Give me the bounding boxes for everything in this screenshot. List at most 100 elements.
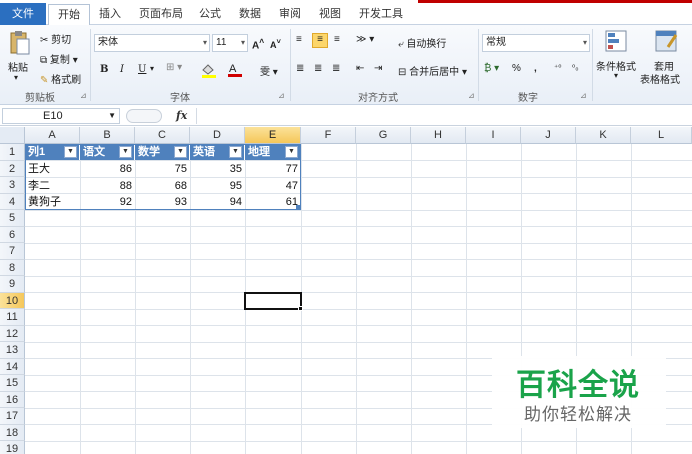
tab-view[interactable]: 视图 bbox=[316, 4, 344, 25]
formula-input[interactable] bbox=[196, 108, 690, 124]
insert-function-button[interactable]: fx bbox=[176, 109, 187, 122]
row-header[interactable]: 10 bbox=[0, 292, 25, 309]
conditional-format-icon[interactable] bbox=[604, 29, 628, 56]
clipboard-launcher-icon[interactable]: ⊿ bbox=[80, 91, 87, 100]
select-all-corner[interactable] bbox=[0, 127, 25, 144]
orientation-icon[interactable]: ≫ ▾ bbox=[356, 34, 374, 45]
tab-data[interactable]: 数据 bbox=[236, 4, 264, 25]
row-header[interactable]: 13 bbox=[0, 342, 25, 359]
row-header[interactable]: 16 bbox=[0, 391, 25, 408]
increase-indent-icon[interactable]: ⇥ bbox=[374, 63, 382, 74]
cut-label: 剪切 bbox=[51, 35, 72, 46]
font-size-value: 11 bbox=[216, 37, 227, 48]
active-cell-e10[interactable] bbox=[244, 291, 302, 310]
alignment-launcher-icon[interactable]: ⊿ bbox=[468, 91, 475, 100]
grow-font-button[interactable]: A˄ bbox=[252, 36, 264, 51]
shrink-font-button[interactable]: A˅ bbox=[270, 37, 281, 50]
font-name-select[interactable]: 宋体 ▾ bbox=[94, 34, 210, 52]
column-header-f[interactable]: F bbox=[301, 127, 356, 144]
chevron-down-icon[interactable]: ▾ bbox=[614, 71, 618, 80]
row-header[interactable]: 15 bbox=[0, 375, 25, 392]
decrease-indent-icon[interactable]: ⇤ bbox=[356, 63, 364, 74]
chevron-down-icon: ▾ bbox=[240, 38, 245, 47]
gridline bbox=[25, 440, 692, 442]
format-painter-button[interactable]: ✎ 格式刷 bbox=[40, 71, 81, 86]
align-top-icon[interactable]: ≡ bbox=[296, 34, 302, 45]
font-launcher-icon[interactable]: ⊿ bbox=[278, 91, 285, 100]
row-header[interactable]: 1 bbox=[0, 144, 25, 161]
column-header-h[interactable]: H bbox=[411, 127, 466, 144]
row-header[interactable]: 3 bbox=[0, 177, 25, 194]
column-header-a[interactable]: A bbox=[25, 127, 80, 144]
borders-icon[interactable]: ⊞ ▾ bbox=[166, 62, 182, 73]
paste-dropdown-icon[interactable]: ▾ bbox=[14, 73, 18, 82]
column-header-b[interactable]: B bbox=[80, 127, 135, 144]
increase-decimal-icon[interactable]: ⁺⁰ bbox=[554, 63, 561, 72]
chevron-down-icon[interactable]: ▾ bbox=[150, 64, 154, 73]
tab-formulas[interactable]: 公式 bbox=[196, 4, 224, 25]
chevron-down-icon: ▼ bbox=[108, 111, 116, 120]
tab-file[interactable]: 文件 bbox=[0, 3, 46, 25]
tab-home[interactable]: 开始 bbox=[48, 4, 90, 26]
row-header[interactable]: 17 bbox=[0, 408, 25, 425]
row-header[interactable]: 18 bbox=[0, 424, 25, 441]
currency-icon[interactable]: ₿ ▾ bbox=[484, 63, 499, 74]
fill-handle[interactable] bbox=[298, 306, 303, 311]
percent-button[interactable]: % bbox=[512, 63, 521, 74]
column-header-j[interactable]: J bbox=[521, 127, 576, 144]
row-header[interactable]: 11 bbox=[0, 309, 25, 326]
row-header[interactable]: 4 bbox=[0, 193, 25, 210]
italic-button[interactable]: I bbox=[120, 64, 124, 75]
merge-center-button[interactable]: ⊟ 合并后居中 ▾ bbox=[398, 63, 467, 78]
row-header[interactable]: 7 bbox=[0, 243, 25, 260]
comma-button[interactable]: , bbox=[534, 63, 537, 74]
column-header-k[interactable]: K bbox=[576, 127, 631, 144]
table-format-label[interactable]: 表格格式 bbox=[640, 71, 680, 86]
number-format-select[interactable]: 常规 ▾ bbox=[482, 34, 590, 52]
tab-page-layout[interactable]: 页面布局 bbox=[136, 4, 186, 25]
wrap-text-button[interactable]: ⤶ 自动换行 bbox=[398, 35, 446, 50]
decrease-decimal-icon[interactable]: ⁰₀ bbox=[572, 63, 579, 72]
row-header[interactable]: 8 bbox=[0, 259, 25, 276]
gridline bbox=[25, 226, 692, 227]
fill-color-icon[interactable] bbox=[200, 62, 220, 81]
font-color-icon[interactable]: A bbox=[226, 61, 246, 81]
row-header[interactable]: 19 bbox=[0, 441, 25, 454]
row-header[interactable]: 5 bbox=[0, 210, 25, 227]
row-header[interactable]: 9 bbox=[0, 276, 25, 293]
column-header-e[interactable]: E bbox=[245, 127, 301, 144]
align-right-icon[interactable]: ≣ bbox=[332, 63, 340, 74]
bold-button[interactable]: B bbox=[100, 64, 108, 75]
cut-button[interactable]: ✂ 剪切 bbox=[40, 31, 71, 46]
table-format-icon[interactable] bbox=[654, 29, 678, 56]
row-header[interactable]: 6 bbox=[0, 226, 25, 243]
column-header-l[interactable]: L bbox=[631, 127, 692, 144]
column-header-c[interactable]: C bbox=[135, 127, 190, 144]
align-bottom-icon[interactable]: ≡ bbox=[334, 34, 340, 45]
underline-button[interactable]: U bbox=[138, 64, 146, 75]
copy-button[interactable]: ⧉ 复制 ▾ bbox=[40, 51, 78, 66]
column-header-i[interactable]: I bbox=[466, 127, 521, 144]
gridline bbox=[25, 242, 692, 244]
align-middle-icon[interactable]: ≡ bbox=[312, 33, 328, 48]
column-header-g[interactable]: G bbox=[356, 127, 411, 144]
row-header[interactable]: 14 bbox=[0, 358, 25, 375]
paste-button[interactable]: 粘贴 bbox=[8, 59, 28, 74]
align-center-icon[interactable]: ≣ bbox=[314, 63, 322, 74]
table-resize-handle[interactable] bbox=[296, 205, 301, 210]
column-header-d[interactable]: D bbox=[190, 127, 245, 144]
alignment-group-label: 对齐方式 bbox=[358, 93, 398, 104]
font-size-select[interactable]: 11 ▾ bbox=[212, 34, 248, 52]
divider bbox=[478, 29, 479, 101]
tab-insert[interactable]: 插入 bbox=[96, 4, 124, 25]
number-group-label: 数字 bbox=[518, 93, 538, 104]
tab-developer[interactable]: 开发工具 bbox=[356, 4, 406, 25]
phonetic-icon[interactable]: 雯 ▾ bbox=[260, 63, 278, 78]
row-header[interactable]: 12 bbox=[0, 325, 25, 342]
number-launcher-icon[interactable]: ⊿ bbox=[580, 91, 587, 100]
name-box[interactable]: E10 ▼ bbox=[2, 108, 120, 124]
row-header[interactable]: 2 bbox=[0, 160, 25, 177]
align-left-icon[interactable]: ≣ bbox=[296, 63, 304, 74]
tab-review[interactable]: 审阅 bbox=[276, 4, 304, 25]
paste-icon[interactable] bbox=[8, 30, 30, 59]
